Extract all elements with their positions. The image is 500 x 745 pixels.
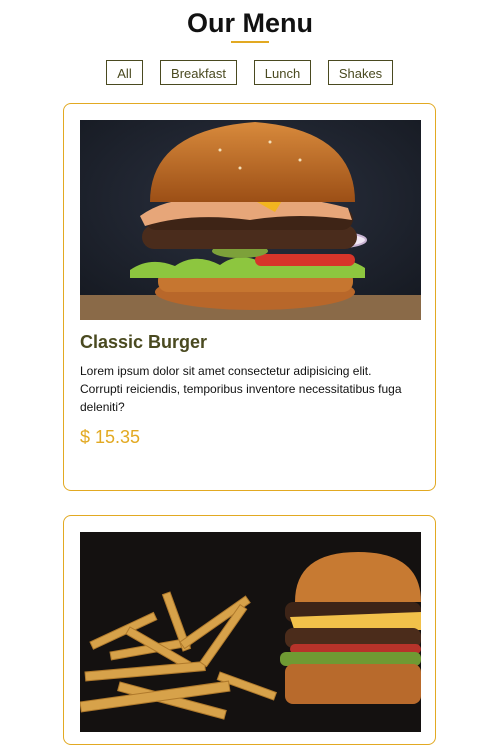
menu-item-description: Lorem ipsum dolor sit amet consectetur a… (80, 364, 402, 414)
burger-with-fries-image (80, 532, 421, 732)
menu-item-title: Classic Burger (80, 332, 208, 352)
filter-shakes-button[interactable]: Shakes (328, 60, 393, 85)
menu-item-price: $ 15.35 (80, 427, 141, 447)
page-title: Our Menu (187, 8, 313, 38)
menu-item-card (63, 515, 436, 745)
title-underline (231, 41, 269, 43)
filter-all-button[interactable]: All (106, 60, 143, 85)
filter-lunch-button[interactable]: Lunch (254, 60, 311, 85)
filter-breakfast-button[interactable]: Breakfast (160, 60, 237, 85)
filter-bar: All Breakfast Lunch Shakes (0, 60, 500, 87)
menu-item-card: Classic Burger Lorem ipsum dolor sit ame… (63, 103, 436, 491)
classic-burger-image (80, 120, 421, 320)
